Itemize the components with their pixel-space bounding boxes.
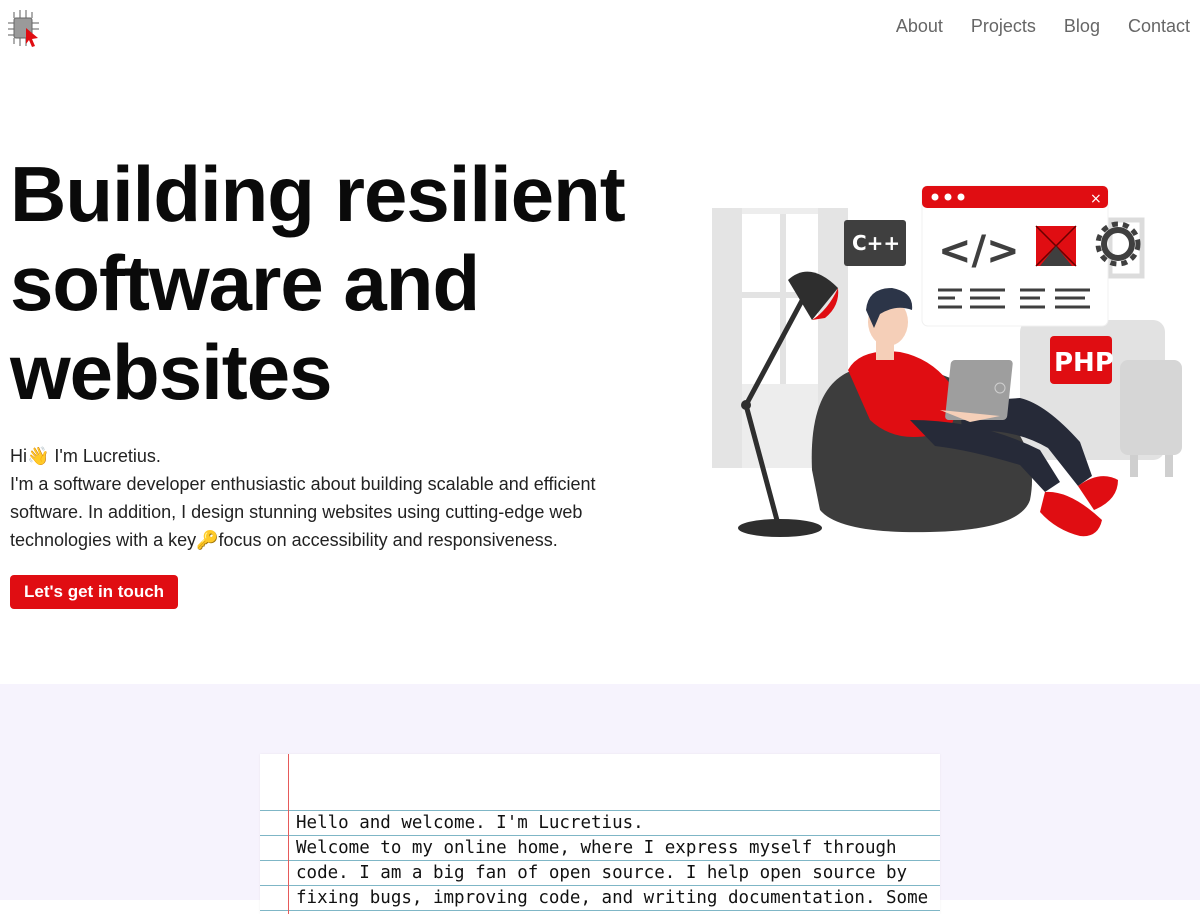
get-in-touch-button[interactable]: Let's get in touch xyxy=(10,575,179,609)
cpp-label: C++ xyxy=(852,231,900,255)
greeting-text: Hi xyxy=(10,446,27,466)
waving-hand-icon: 👋 xyxy=(27,446,50,466)
margin-line xyxy=(288,754,289,914)
nav-about-link[interactable]: About xyxy=(896,16,943,37)
greeting-name: I'm Lucretius. xyxy=(49,446,161,466)
notebook-paper: Hello and welcome. I'm Lucretius. Welcom… xyxy=(260,754,940,914)
code-symbol: </> xyxy=(938,228,1020,274)
description-end: focus on accessibility and responsivenes… xyxy=(218,530,558,550)
hero-intro: Hi👋 I'm Lucretius. I'm a software develo… xyxy=(10,442,650,554)
code-window-graphic: × </> xyxy=(921,185,1109,327)
logo-icon[interactable] xyxy=(6,8,42,48)
welcome-text: Hello and welcome. I'm Lucretius. Welcom… xyxy=(296,811,936,911)
welcome-line: Hello and welcome. I'm Lucretius. xyxy=(296,813,644,833)
key-icon: 🔑 xyxy=(196,530,219,550)
nav-projects-link[interactable]: Projects xyxy=(971,16,1036,37)
main-nav: About Projects Blog Contact xyxy=(896,16,1190,37)
description-text: I'm a software developer enthusiastic ab… xyxy=(10,470,650,554)
greeting-line: Hi👋 I'm Lucretius. xyxy=(10,442,650,470)
nav-blog-link[interactable]: Blog xyxy=(1064,16,1100,37)
nav-contact-link[interactable]: Contact xyxy=(1128,16,1190,37)
hero-title: Building resilient software and websites xyxy=(10,150,626,416)
developer-illustration: × </> C++ PHP xyxy=(712,185,1182,537)
window-close-icon: × xyxy=(1090,191,1102,207)
php-badge: PHP xyxy=(1050,336,1114,384)
cpp-badge: C++ xyxy=(844,220,906,266)
about-section: Hello and welcome. I'm Lucretius. Welcom… xyxy=(0,684,1200,914)
php-label: PHP xyxy=(1054,348,1114,378)
